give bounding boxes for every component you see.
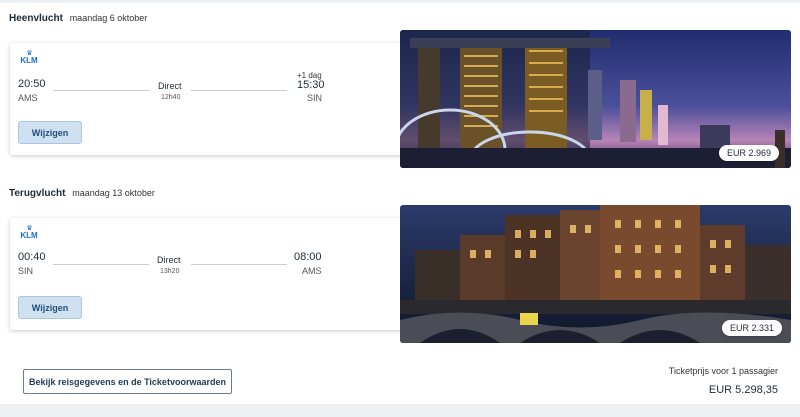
outbound-flight-card: ♛ KLM 20:50 AMS Direct 12h40 +1 dag 15:3… <box>10 43 410 155</box>
flight-duration: 12h40 <box>161 94 181 101</box>
flight-summary-panel: Heenvlucht maandag 6 oktober ♛ KLM 20:50… <box>0 3 800 404</box>
change-return-button[interactable]: Wijzigen <box>18 296 82 319</box>
ticket-total-price: EUR 5.298,35 <box>708 384 778 396</box>
flight-duration: 13h20 <box>160 268 180 275</box>
singapore-skyline-image: EUR 2.969 <box>400 30 791 168</box>
ticket-price-label: Ticketprijs voor 1 passagier <box>668 366 778 376</box>
klm-logo-icon: ♛ KLM <box>20 225 38 240</box>
departure-time: 20:50 <box>18 78 46 90</box>
flight-type: Direct <box>157 255 181 265</box>
return-date: maandag 13 oktober <box>72 188 155 198</box>
route-line-right <box>191 264 287 265</box>
return-label: Terugvlucht <box>9 188 66 199</box>
change-outbound-button[interactable]: Wijzigen <box>18 121 82 144</box>
return-price-badge: EUR 2.331 <box>722 320 783 336</box>
arrival-airport: AMS <box>302 266 322 276</box>
klm-logo-icon: ♛ KLM <box>20 50 38 65</box>
flight-type: Direct <box>158 81 182 91</box>
arrival-time: 15:30 <box>297 79 325 91</box>
arrival-time: 08:00 <box>294 251 322 263</box>
outbound-price-badge: EUR 2.969 <box>719 145 780 161</box>
departure-airport: SIN <box>18 266 34 276</box>
departure-time: 00:40 <box>18 251 46 263</box>
departure-airport: AMS <box>18 93 38 103</box>
arrival-airport: SIN <box>307 93 323 103</box>
route-line-left <box>53 264 149 265</box>
outbound-date: maandag 6 oktober <box>69 13 148 23</box>
outbound-header: Heenvlucht maandag 6 oktober <box>9 13 147 24</box>
outbound-label: Heenvlucht <box>9 13 63 24</box>
view-travel-details-button[interactable]: Bekijk reisgegevens en de Ticketvoorwaar… <box>23 369 232 394</box>
route-line-left <box>53 90 149 91</box>
amsterdam-canal-image: EUR 2.331 <box>400 205 791 343</box>
return-flight-card: ♛ KLM 00:40 SIN Direct 13h20 08:00 AMS W… <box>10 218 410 330</box>
return-header: Terugvlucht maandag 13 oktober <box>9 188 155 199</box>
route-line-right <box>191 90 287 91</box>
